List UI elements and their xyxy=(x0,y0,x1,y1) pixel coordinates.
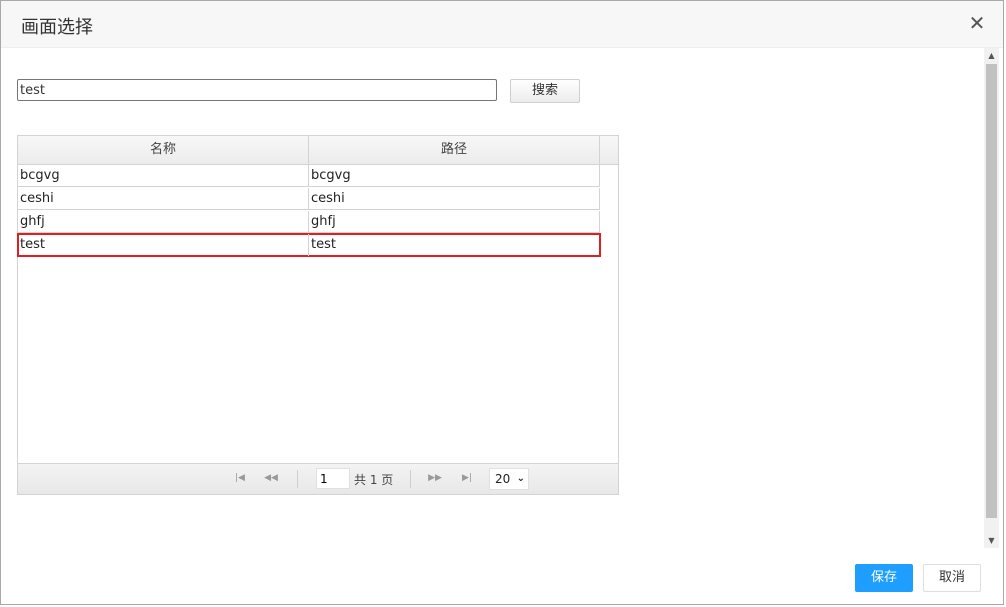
vertical-scrollbar[interactable]: ▲ ▼ xyxy=(984,48,999,548)
search-input[interactable] xyxy=(17,79,497,101)
page-total-label: 共 1 页 xyxy=(354,473,394,487)
page-number-input[interactable] xyxy=(316,468,350,489)
results-grid: 名称 路径 bcgvg bcgvg ceshi ceshi ghfj ghfj … xyxy=(17,135,619,495)
first-page-icon[interactable]: |◀ xyxy=(232,473,248,483)
cell-name: bcgvg xyxy=(18,165,309,187)
dialog-title: 画面选择 xyxy=(21,17,93,38)
cell-name: test xyxy=(18,234,309,256)
dialog-titlebar: 画面选择 ✕ xyxy=(1,1,1003,48)
column-header-path[interactable]: 路径 xyxy=(309,136,600,164)
column-header-name[interactable]: 名称 xyxy=(18,136,309,164)
chevron-down-icon: ⌄ xyxy=(516,473,525,484)
scroll-thumb[interactable] xyxy=(986,64,997,518)
scroll-up-icon[interactable]: ▲ xyxy=(984,48,999,63)
last-page-icon[interactable]: ▶| xyxy=(459,473,475,483)
pagination-bar: |◀ ◀◀ 共 1 页 ▶▶ ▶| 20 ⌄ xyxy=(18,463,618,494)
search-button[interactable]: 搜索 xyxy=(510,79,580,103)
dialog-content: 搜索 名称 路径 bcgvg bcgvg ceshi ceshi ghfj gh… xyxy=(1,48,985,548)
table-row[interactable]: bcgvg bcgvg xyxy=(18,165,600,187)
table-row[interactable]: ceshi ceshi xyxy=(18,188,600,210)
table-row-selected[interactable]: test test xyxy=(17,233,601,257)
save-button[interactable]: 保存 xyxy=(855,564,913,592)
grid-header: 名称 路径 xyxy=(18,136,618,165)
table-row[interactable]: ghfj ghfj xyxy=(18,211,600,233)
scroll-down-icon[interactable]: ▼ xyxy=(984,533,999,548)
page-select-dialog: 画面选择 ✕ 搜索 名称 路径 bcgvg bcgvg ceshi ceshi … xyxy=(0,0,1004,605)
pager-divider xyxy=(410,470,411,488)
cancel-button[interactable]: 取消 xyxy=(923,564,981,592)
prev-page-icon[interactable]: ◀◀ xyxy=(263,473,279,483)
cell-name: ghfj xyxy=(18,211,309,233)
close-icon[interactable]: ✕ xyxy=(967,13,987,33)
pager-divider xyxy=(297,470,298,488)
grid-body: bcgvg bcgvg ceshi ceshi ghfj ghfj test t… xyxy=(17,165,601,465)
page-size-select[interactable]: 20 ⌄ xyxy=(489,468,529,490)
cell-path: bcgvg xyxy=(311,168,351,183)
page-size-value: 20 xyxy=(495,472,511,486)
cell-path: ghfj xyxy=(311,214,336,229)
cell-path: test xyxy=(311,237,336,252)
cell-path: ceshi xyxy=(311,191,345,206)
cell-name: ceshi xyxy=(18,188,309,210)
next-page-icon[interactable]: ▶▶ xyxy=(427,473,443,483)
